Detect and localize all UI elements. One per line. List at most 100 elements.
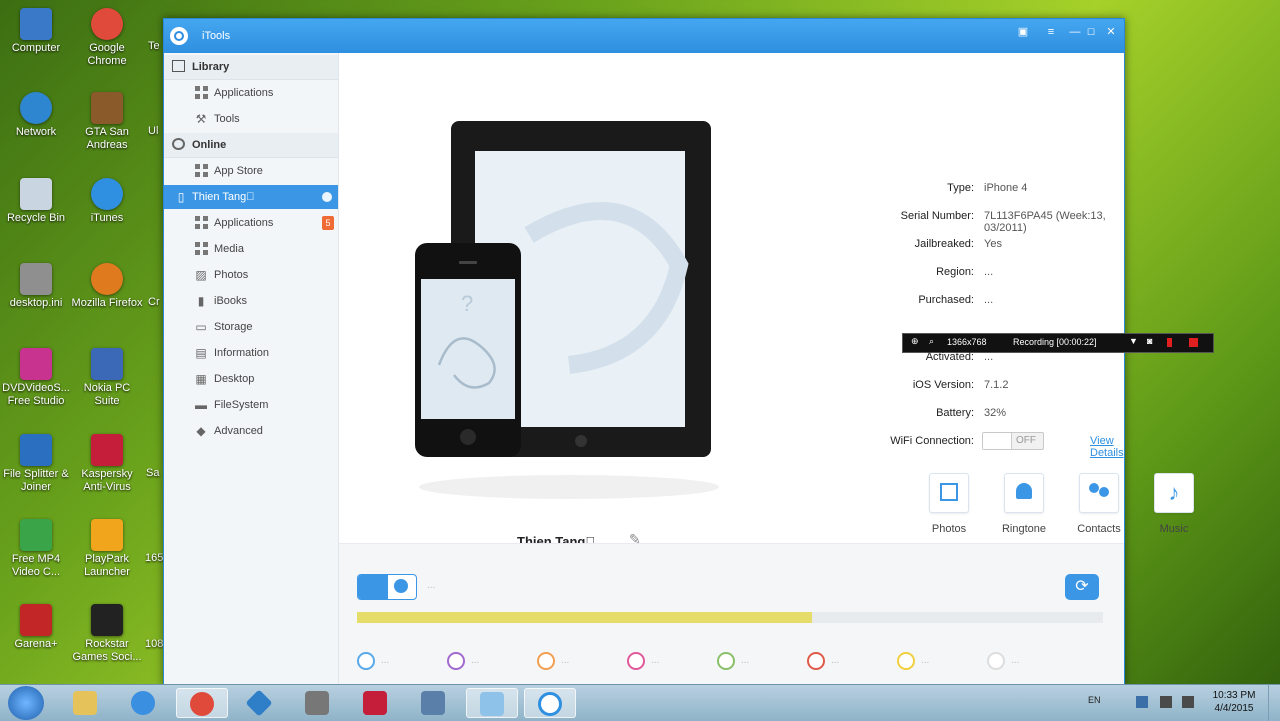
section-label: Library [192,61,230,73]
quick-ringtone-button[interactable]: Ringtone [994,473,1054,535]
sidebar-item-label: Applications [214,217,274,229]
sidebar-item-label: FileSystem [214,399,269,411]
tray-network-icon[interactable] [1160,696,1172,708]
desktop-icon-rockstar[interactable]: Rockstar Games Soci... [71,604,143,664]
record-tool-icon[interactable]: ⊕ [911,336,919,347]
taskbar-app-1[interactable] [234,688,286,718]
desktop-icon-free-mp4[interactable]: Free MP4 Video C... [0,519,72,579]
desktop-icon-label: GTA San Andreas [85,126,129,151]
taskbar-app-2[interactable] [292,688,344,718]
tray-volume-icon[interactable] [1182,696,1194,708]
view-details-link[interactable]: View Details [1090,435,1124,459]
zoom-icon[interactable]: ⌕ [929,336,934,347]
recording-toolbar[interactable]: ⊕ ⌕ 1366x768 Recording [00:00:22] ▼ ◙ [902,333,1214,353]
desktop-icon-playpark[interactable]: PlayPark Launcher [71,519,143,579]
sidebar-item-advanced[interactable]: ◆ Advanced [164,419,338,443]
wifi-toggle[interactable]: OFF [982,432,1044,450]
sidebar-section-online[interactable]: Online [164,133,338,158]
desktop-icon-label: Mozilla Firefox [71,297,143,309]
skin-icon[interactable]: ▣ [1016,25,1030,39]
desktop-icon-desktop-ini[interactable]: desktop.ini [0,263,72,310]
taskbar-explorer[interactable] [60,688,112,718]
device-storage-tab[interactable] [358,575,388,599]
maximize-button[interactable]: ☐ [1084,25,1098,39]
desktop-icon-firefox[interactable]: Mozilla Firefox [71,263,143,310]
title-bar[interactable]: iTools ▣ ≡ — ☐ ✕ [164,19,1124,53]
pause-icon[interactable] [1167,338,1172,347]
sidebar-section-library[interactable]: Library [164,55,338,80]
desktop-icon-garena[interactable]: Garena+ [0,604,72,651]
minimize-button[interactable]: — [1068,25,1082,39]
ipad-home-button [575,435,587,447]
taskbar-kaspersky[interactable] [350,688,402,718]
sidebar-item-photos[interactable]: ▨ Photos [164,263,338,287]
desktop-icon-nokia[interactable]: Nokia PC Suite [71,348,143,408]
quick-contacts-button[interactable]: Contacts [1069,473,1129,535]
desktop-icon-partial[interactable]: 165 [145,552,165,565]
info-region-label: Region: [936,266,974,278]
device-illustration: ? [415,121,719,499]
sidebar-item-applications[interactable]: Applications [164,81,338,105]
info-ios-label: iOS Version: [912,379,974,391]
taskbar-app-3[interactable] [408,688,460,718]
camera-icon[interactable]: ◙ [1147,336,1152,346]
desktop-icon-dvdvideosoft[interactable]: DVDVideoS... Free Studio [0,348,72,408]
tray-action-center-icon[interactable] [1136,696,1148,708]
sidebar-item-desktop[interactable]: ▦ Desktop [164,367,338,391]
desktop-icon-file-splitter[interactable]: File Splitter & Joiner [0,434,72,494]
sidebar-item-tools[interactable]: ⚒ Tools [164,107,338,131]
stop-icon[interactable] [1189,338,1198,347]
sidebar-item-device-applications[interactable]: Applications 5 [164,211,338,235]
storage-icon: ▭ [195,320,207,334]
apple-icon[interactable] [394,579,408,593]
desktop-icon-recycle-bin[interactable]: Recycle Bin [0,178,72,225]
quick-label: Contacts [1077,523,1121,535]
sidebar-item-filesystem[interactable]: ▬ FileSystem [164,393,338,417]
start-button[interactable] [8,686,44,720]
sidebar-item-app-store[interactable]: App Store [164,159,338,183]
desktop-icon-kaspersky[interactable]: Kaspersky Anti-Virus [71,434,143,494]
info-type-label: Type: [947,182,974,194]
storage-tab-toggle[interactable] [357,574,417,600]
taskbar-chrome[interactable] [176,688,228,718]
quick-photos-button[interactable]: Photos [919,473,979,535]
folder-icon: ▬ [195,398,207,412]
desktop-icon-label: 108 [145,638,164,650]
show-desktop-button[interactable] [1268,685,1280,721]
desktop-icon-gta[interactable]: GTA San Andreas [71,92,143,152]
taskbar-itools[interactable] [524,688,576,718]
sidebar-item-label: Information [214,347,270,359]
folder-icon [73,691,97,715]
info-icon: ▤ [195,346,207,360]
storage-category-icon [717,652,735,670]
refresh-icon[interactable]: ⟳ [1065,574,1099,600]
menu-icon[interactable]: ≡ [1044,25,1058,39]
recording-resolution: 1366x768 [947,337,987,347]
desktop-icon: ▦ [195,372,207,386]
sidebar-device-thien-tang[interactable]: ▯ Thien Tang⃞ [164,185,338,209]
desktop-icon-label: File Splitter & Joiner [3,468,69,493]
quick-music-button[interactable]: ♪ Music [1144,473,1204,535]
desktop-icon-label: Rockstar Games Soci... [72,638,142,663]
language-indicator[interactable]: EN [1088,695,1101,705]
desktop-icon-computer[interactable]: Computer [0,8,72,55]
sidebar-item-information[interactable]: ▤ Information [164,341,338,365]
gear-icon[interactable] [322,192,332,202]
sidebar-item-ibooks[interactable]: ▮ iBooks [164,289,338,313]
desktop-icon-chrome[interactable]: Google Chrome [71,8,143,68]
info-wifi-label: WiFi Connection: [890,435,974,447]
desktop-icon-partial[interactable]: 108 [145,638,165,651]
taskbar-app-4[interactable] [466,688,518,718]
contacts-icon [1079,473,1119,513]
clock[interactable]: 10:33 PM 4/4/2015 [1206,689,1262,715]
dropdown-arrow-icon[interactable]: ▼ [1129,336,1138,346]
firefox-icon [91,263,123,295]
close-button[interactable]: ✕ [1104,25,1118,39]
desktop-icon-label: Free MP4 Video C... [11,553,61,578]
desktop-icon-itunes[interactable]: iTunes [71,178,143,225]
device-shadow [419,475,719,499]
sidebar-item-media[interactable]: Media [164,237,338,261]
sidebar-item-storage[interactable]: ▭ Storage [164,315,338,339]
desktop-icon-network[interactable]: Network [0,92,72,139]
taskbar-ie[interactable] [118,688,170,718]
